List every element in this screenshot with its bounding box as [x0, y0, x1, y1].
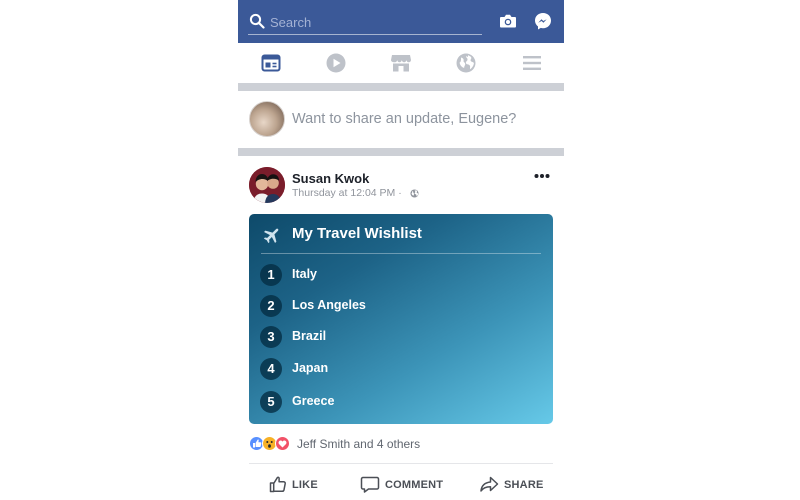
avatar[interactable] — [249, 167, 285, 203]
like-label: LIKE — [292, 479, 318, 491]
avatar-photo — [249, 167, 285, 203]
list-item: 2 Los Angeles — [260, 295, 520, 317]
comment-button[interactable]: COMMENT — [360, 474, 444, 496]
search-bar[interactable] — [248, 10, 482, 35]
divider — [249, 463, 553, 464]
search-icon — [249, 13, 265, 29]
section-divider — [238, 83, 564, 91]
news-feed-icon — [261, 54, 281, 72]
reactions-summary[interactable]: Jeff Smith and 4 others — [249, 436, 549, 452]
camera-icon[interactable] — [499, 13, 517, 29]
list-label: Brazil — [292, 329, 327, 343]
love-reaction-icon — [275, 436, 290, 451]
share-label: SHARE — [504, 479, 544, 491]
list-number: 5 — [260, 391, 282, 413]
avatar — [249, 101, 285, 137]
post-author[interactable]: Susan Kwok — [292, 171, 369, 186]
list-item: 3 Brazil — [260, 326, 520, 348]
globe-icon — [410, 189, 419, 198]
list-number: 1 — [260, 264, 282, 286]
list-label: Los Angeles — [292, 298, 366, 312]
comment-bubble-icon — [360, 476, 380, 493]
section-divider — [238, 148, 564, 156]
tab-video[interactable] — [323, 51, 349, 75]
tab-news-feed[interactable] — [258, 51, 284, 75]
top-bar — [238, 0, 564, 43]
share-button[interactable]: SHARE — [479, 474, 543, 496]
share-arrow-icon — [480, 476, 499, 492]
wishlist-title: My Travel Wishlist — [292, 225, 422, 242]
list-number: 4 — [260, 358, 282, 380]
list-item: 5 Greece — [260, 391, 520, 413]
feed-post: Susan Kwok Thursday at 12:04 PM · My Tra… — [238, 156, 564, 500]
tab-notifications[interactable] — [453, 51, 479, 75]
composer-placeholder[interactable]: Want to share an update, Eugene? — [292, 111, 516, 127]
list-number: 2 — [260, 295, 282, 317]
airplane-icon — [263, 228, 279, 244]
list-number: 3 — [260, 326, 282, 348]
reactions-count-text[interactable]: Jeff Smith and 4 others — [297, 437, 420, 451]
tab-menu[interactable] — [519, 51, 545, 75]
menu-hamburger-icon — [523, 56, 541, 70]
search-input[interactable] — [270, 12, 475, 32]
video-play-icon — [326, 53, 346, 73]
more-options-icon[interactable] — [534, 173, 550, 179]
comment-label: COMMENT — [385, 479, 444, 491]
list-item: 1 Italy — [260, 264, 520, 286]
list-item: 4 Japan — [260, 358, 520, 380]
list-label: Greece — [292, 394, 335, 408]
marketplace-store-icon — [391, 55, 411, 72]
travel-wishlist-card[interactable]: My Travel Wishlist 1 Italy 2 Los Angeles… — [249, 214, 553, 424]
thumbs-up-icon — [269, 476, 286, 493]
tab-marketplace[interactable] — [388, 51, 414, 75]
status-composer[interactable]: Want to share an update, Eugene? — [238, 91, 564, 148]
like-button[interactable]: LIKE — [268, 474, 318, 496]
main-nav — [238, 43, 564, 83]
list-label: Italy — [292, 267, 318, 281]
post-timestamp[interactable]: Thursday at 12:04 PM · — [292, 187, 402, 199]
list-label: Japan — [292, 361, 329, 375]
messenger-icon[interactable] — [534, 12, 552, 30]
globe-notifications-icon — [456, 53, 476, 73]
divider — [261, 253, 541, 254]
facebook-mobile-app: Want to share an update, Eugene? Susan K… — [238, 0, 564, 500]
